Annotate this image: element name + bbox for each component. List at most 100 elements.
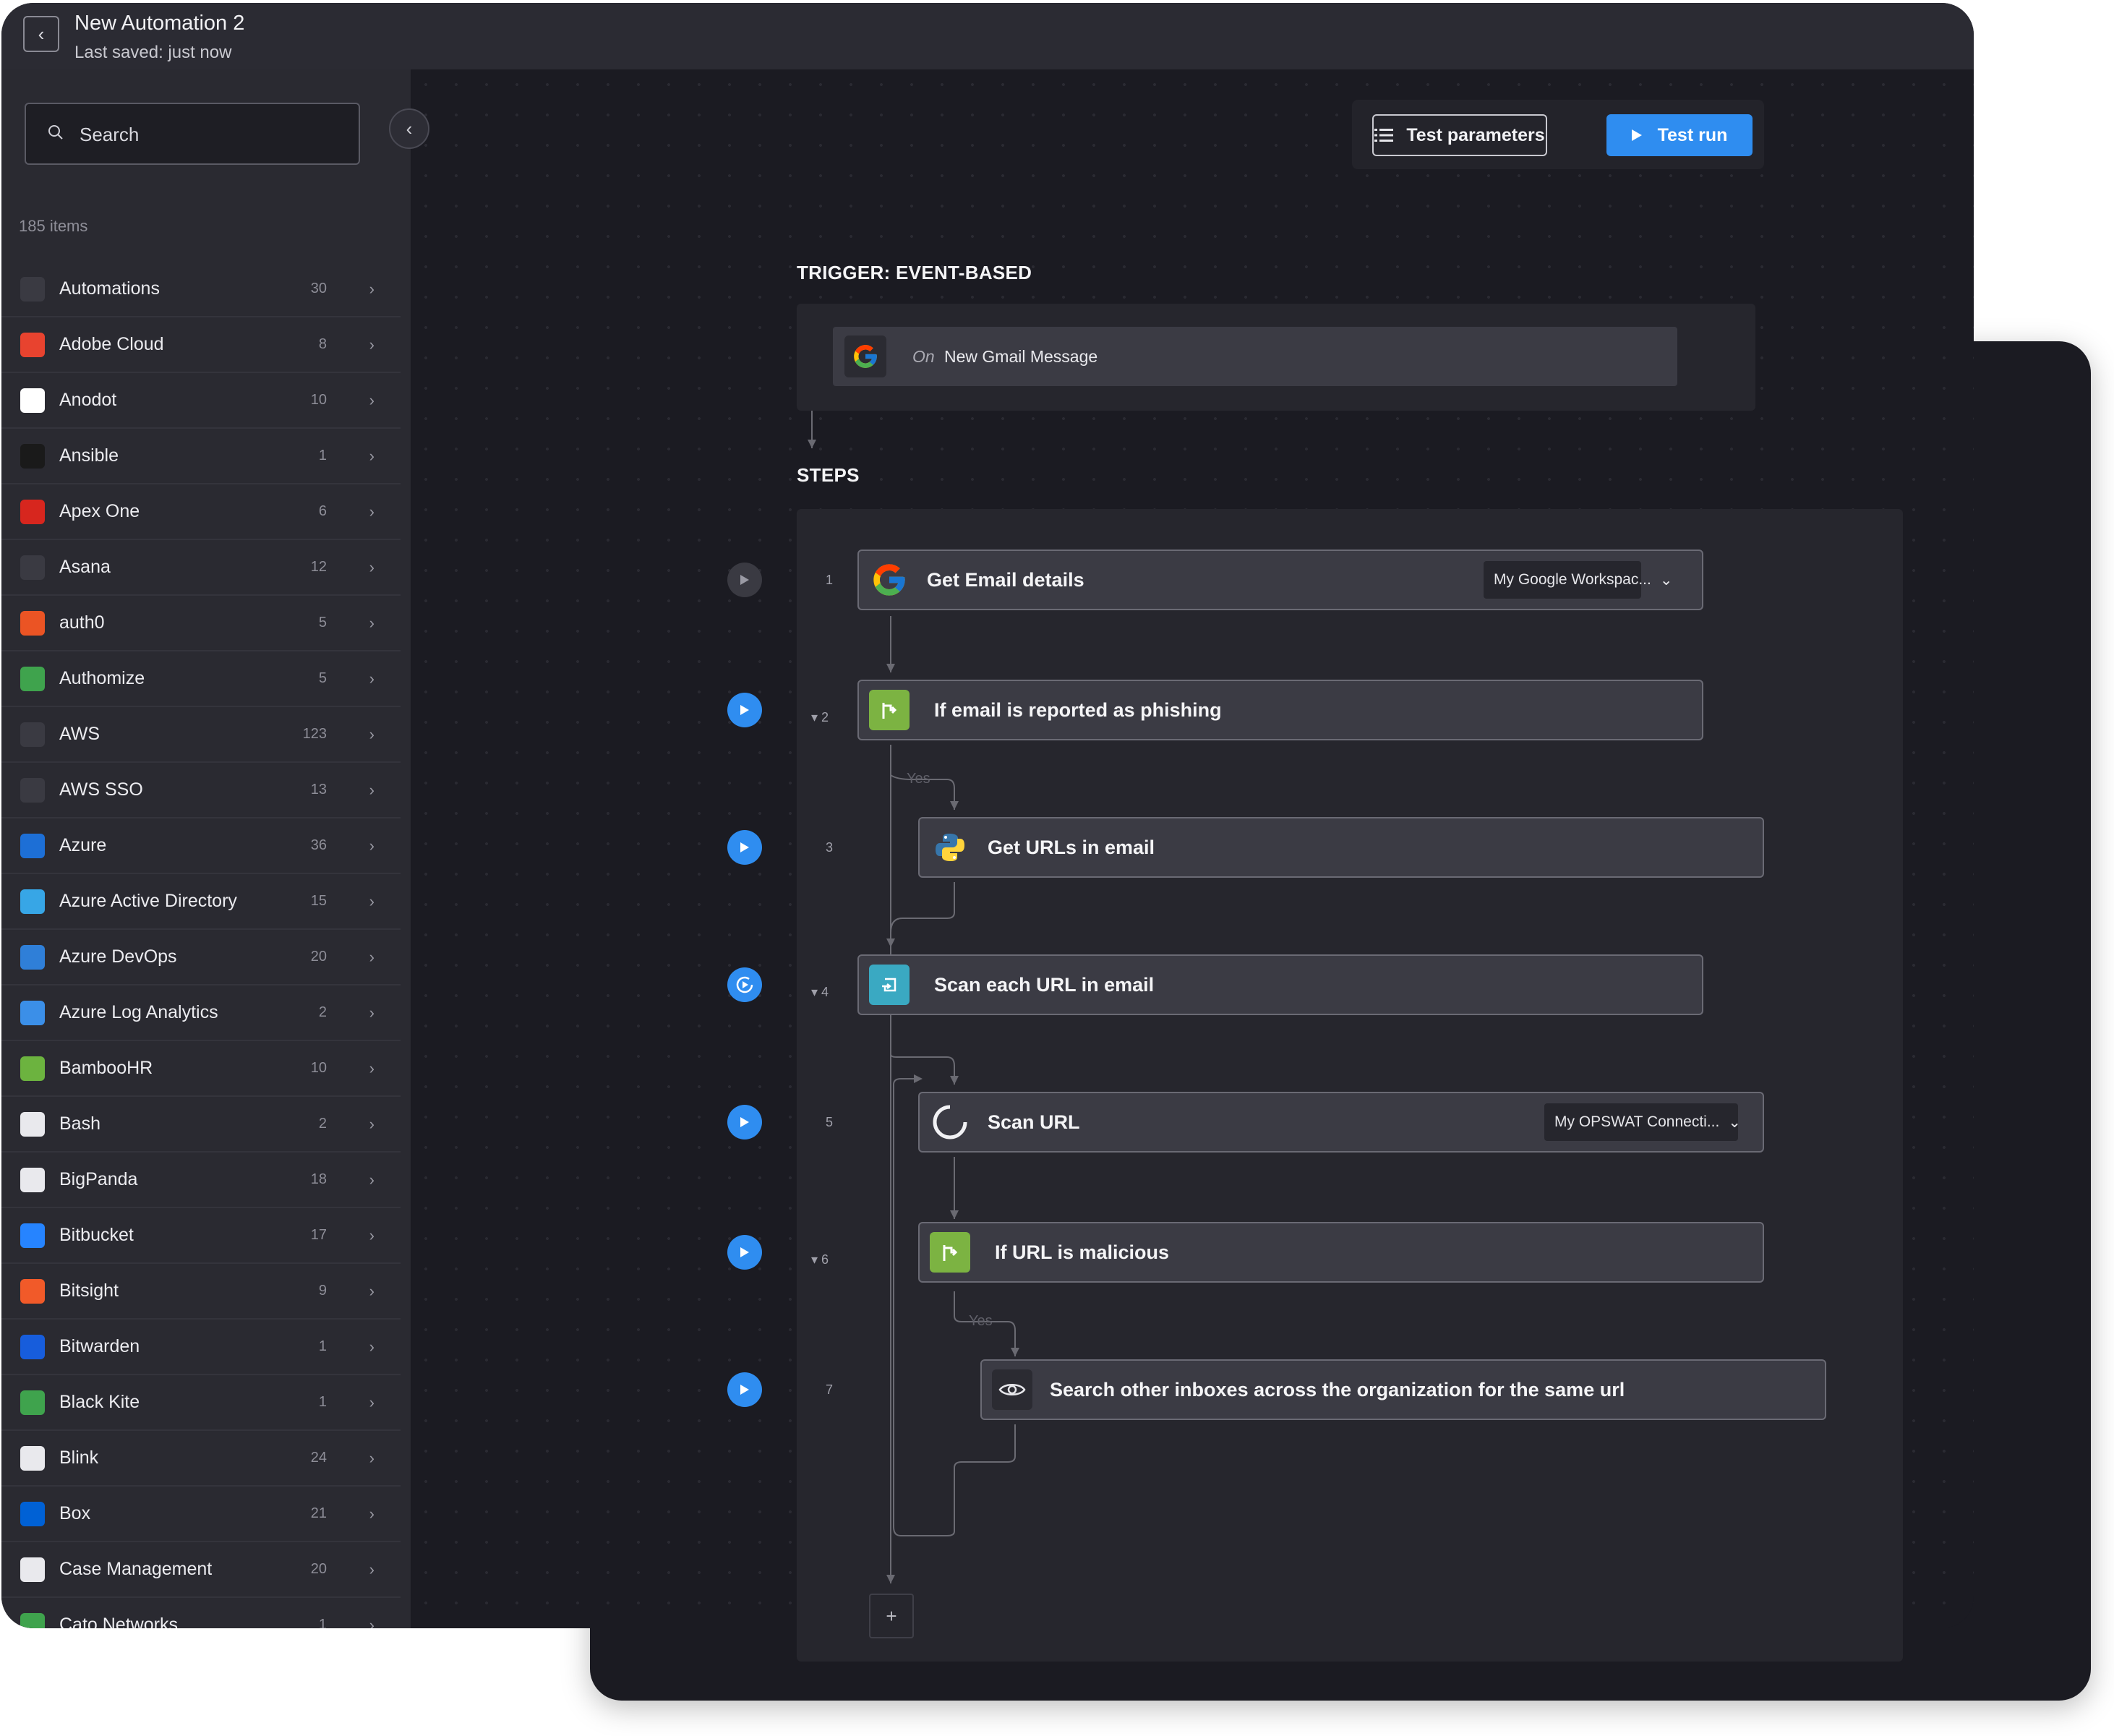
test-parameters-button[interactable]: Test parameters <box>1372 114 1547 156</box>
sidebar-item[interactable]: BambooHR 10 › <box>1 1041 401 1097</box>
bamboohr-icon <box>20 1056 45 1081</box>
sidebar-item[interactable]: Bitbucket 17 › <box>1 1208 401 1264</box>
step-number: 6 <box>821 1252 829 1267</box>
collapse-toggle[interactable]: ▾ 6 <box>811 1252 829 1267</box>
chevron-right-icon: › <box>369 1226 375 1244</box>
chevron-right-icon: › <box>369 279 375 298</box>
asana-icon <box>20 555 45 580</box>
collapse-toggle[interactable]: ▾ 4 <box>811 985 829 1000</box>
sidebar-item[interactable]: Apex One 6 › <box>1 484 401 540</box>
sidebar-item[interactable]: Cato Networks 1 › <box>1 1598 401 1628</box>
sidebar-item[interactable]: Automations 30 › <box>1 262 401 317</box>
connection-select[interactable]: My OPSWAT Connecti... ⌄ <box>1544 1103 1741 1141</box>
chevron-right-icon: › <box>369 669 375 688</box>
sidebar-item[interactable]: Asana 12 › <box>1 540 401 596</box>
run-step-button[interactable] <box>727 563 762 597</box>
add-step-button[interactable]: + <box>869 1594 914 1638</box>
connection-select[interactable]: My Google Workspac... ⌄ <box>1484 561 1672 599</box>
sidebar-item[interactable]: Azure DevOps 20 › <box>1 930 401 985</box>
azure-ad-icon <box>20 889 45 914</box>
chevron-right-icon: › <box>369 891 375 910</box>
sidebar-item[interactable]: auth0 5 › <box>1 596 401 651</box>
sidebar-item-label: Black Kite <box>59 1392 140 1412</box>
sidebar-item[interactable]: Azure 36 › <box>1 818 401 874</box>
apex-one-icon <box>20 499 45 524</box>
sidebar-item-count: 21 <box>310 1505 327 1521</box>
yes-branch-label: Yes <box>969 1313 993 1329</box>
blink-icon <box>20 1445 45 1471</box>
step-get-email-details[interactable]: Get Email details My Google Workspac... ⌄ <box>857 550 1703 610</box>
azure-icon <box>20 833 45 858</box>
step-if-url-malicious[interactable]: If URL is malicious <box>918 1222 1764 1283</box>
search-input[interactable] <box>78 117 348 152</box>
back-button[interactable]: ‹ <box>23 16 59 52</box>
save-status: Last saved: just now <box>74 43 232 62</box>
run-step-button[interactable] <box>727 1105 762 1139</box>
play-icon <box>740 1117 749 1127</box>
step-number: 4 <box>821 985 829 999</box>
step-scan-each-url[interactable]: Scan each URL in email <box>857 954 1703 1015</box>
sidebar-item[interactable]: Bash 2 › <box>1 1097 401 1153</box>
bitwarden-icon <box>20 1334 45 1359</box>
sidebar-item-count: 6 <box>318 503 327 519</box>
bigpanda-icon <box>20 1167 45 1192</box>
sidebar-item[interactable]: Azure Active Directory 15 › <box>1 874 401 930</box>
sidebar-item[interactable]: BigPanda 18 › <box>1 1153 401 1208</box>
aws-icon <box>20 722 45 747</box>
run-step-button[interactable] <box>727 1372 762 1407</box>
sidebar-item[interactable]: Black Kite 1 › <box>1 1375 401 1431</box>
sidebar-item[interactable]: Anodot 10 › <box>1 373 401 429</box>
sidebar-item-label: Adobe Cloud <box>59 334 164 354</box>
sidebar-item[interactable]: Azure Log Analytics 2 › <box>1 985 401 1041</box>
sidebar-item[interactable]: Bitwarden 1 › <box>1 1320 401 1375</box>
play-icon <box>1631 129 1642 141</box>
sidebar-item-count: 20 <box>310 1561 327 1577</box>
test-run-button[interactable]: Test run <box>1606 114 1753 156</box>
chevron-right-icon: › <box>369 1170 375 1189</box>
sidebar-item-label: Bash <box>59 1113 100 1134</box>
collapse-sidebar-button[interactable]: ‹ <box>389 108 429 149</box>
run-step-button[interactable] <box>727 693 762 727</box>
sidebar-item[interactable]: Blink 24 › <box>1 1431 401 1487</box>
play-icon <box>740 575 749 585</box>
bitsight-icon <box>20 1278 45 1304</box>
step-get-urls[interactable]: Get URLs in email <box>918 817 1764 878</box>
collapse-toggle[interactable]: ▾ 2 <box>811 710 829 725</box>
step-scan-url[interactable]: Scan URL My OPSWAT Connecti... ⌄ <box>918 1092 1764 1153</box>
sidebar-item-label: Apex One <box>59 501 140 521</box>
run-loop-button[interactable] <box>727 967 762 1002</box>
integrations-sidebar: 185 items Automations30›Adobe Cloud8›Ano… <box>1 69 411 1628</box>
bitbucket-icon <box>20 1223 45 1248</box>
sidebar-item-label: Case Management <box>59 1559 213 1579</box>
sidebar-item-label: Asana <box>59 557 111 577</box>
chevron-right-icon: › <box>369 1504 375 1523</box>
play-icon <box>740 1385 749 1395</box>
trigger-card[interactable]: On New Gmail Message <box>833 327 1677 386</box>
sidebar-item[interactable]: AWS 123 › <box>1 707 401 763</box>
sidebar-item[interactable]: Adobe Cloud 8 › <box>1 317 401 373</box>
step-title: Get URLs in email <box>988 837 1155 858</box>
chevron-right-icon: › <box>369 390 375 409</box>
sidebar-item[interactable]: Bitsight 9 › <box>1 1264 401 1320</box>
chevron-right-icon: › <box>369 1337 375 1356</box>
chevron-right-icon: › <box>369 780 375 799</box>
case-management-icon <box>20 1557 45 1582</box>
sidebar-item-count: 123 <box>302 726 327 742</box>
sidebar-item-label: Cato Networks <box>59 1615 178 1628</box>
sidebar-item[interactable]: Authomize 5 › <box>1 651 401 707</box>
trigger-on-label: On <box>912 347 935 366</box>
steps-section-label: STEPS <box>797 464 860 486</box>
step-if-email-phishing[interactable]: If email is reported as phishing <box>857 680 1703 740</box>
run-step-button[interactable] <box>727 1235 762 1270</box>
step-search-other-inboxes[interactable]: Search other inboxes across the organiza… <box>980 1359 1826 1420</box>
eye-icon <box>992 1369 1032 1410</box>
black-kite-icon <box>20 1390 45 1415</box>
chevron-right-icon: › <box>369 947 375 966</box>
run-step-button[interactable] <box>727 830 762 865</box>
opswat-icon <box>930 1102 970 1142</box>
sidebar-item[interactable]: Case Management 20 › <box>1 1542 401 1598</box>
items-count: 185 items <box>19 217 88 235</box>
sidebar-item[interactable]: Ansible 1 › <box>1 429 401 484</box>
sidebar-item[interactable]: Box 21 › <box>1 1487 401 1542</box>
sidebar-item[interactable]: AWS SSO 13 › <box>1 763 401 818</box>
